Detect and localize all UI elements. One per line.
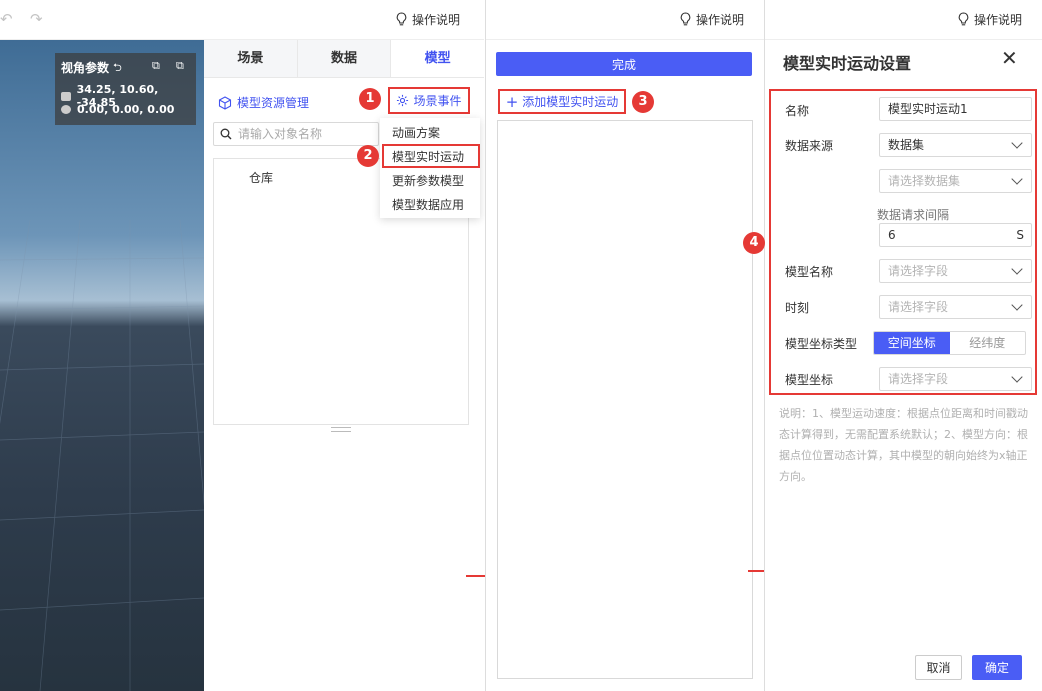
top-toolbar: 操作说明 xyxy=(765,0,1042,40)
cube-icon xyxy=(218,95,232,110)
lightbulb-icon xyxy=(396,12,407,26)
description-note: 说明：1、模型运动速度：根据点位距离和时间戳动态计算得到，无需配置系统默认；2、… xyxy=(779,407,1028,483)
confirm-button[interactable]: 确定 xyxy=(972,655,1022,680)
sidebar-tabs: 场景 数据 模型 xyxy=(204,40,485,78)
add-realtime-motion-label: 添加模型实时运动 xyxy=(522,95,619,109)
scene-event-dropdown: 动画方案 模型实时运动 更新参数模型 模型数据应用 xyxy=(380,118,480,218)
gear-icon xyxy=(397,94,409,107)
chevron-down-icon xyxy=(1011,299,1023,311)
realtime-motion-settings-panel: 操作说明 模型实时运动设置 ✕ 名称 模型实时运动1 数据来源 数据集 请选择数… xyxy=(743,0,1042,691)
tab-data[interactable]: 数据 xyxy=(297,40,392,77)
top-toolbar: ↶ ↷ 操作说明 xyxy=(0,0,484,40)
help-label: 操作说明 xyxy=(412,13,461,27)
request-interval-value: 6 xyxy=(888,228,896,242)
data-source-label: 数据来源 xyxy=(785,139,834,153)
copy-icon[interactable]: ⧉ xyxy=(152,59,160,73)
tree-node-warehouse[interactable]: 仓库 xyxy=(249,169,273,186)
step-badge-1: 1 xyxy=(359,88,381,110)
coord-label: 模型坐标 xyxy=(785,373,834,387)
step-badge-3: 3 xyxy=(632,91,654,113)
motion-list-panel: 操作说明 完成 + 添加模型实时运动 3 xyxy=(485,0,765,691)
resize-handle[interactable] xyxy=(331,427,351,432)
dataset-select[interactable]: 请选择数据集 xyxy=(879,169,1032,193)
data-source-select[interactable]: 数据集 xyxy=(879,133,1032,157)
done-button[interactable]: 完成 xyxy=(496,52,752,76)
name-label: 名称 xyxy=(785,104,810,118)
reset-view-icon[interactable]: ⮌ xyxy=(113,59,122,78)
model-name-label: 模型名称 xyxy=(785,265,834,279)
chevron-down-icon xyxy=(1011,173,1023,185)
menu-item-animation-plan[interactable]: 动画方案 xyxy=(392,124,440,141)
close-icon[interactable]: ✕ xyxy=(1001,46,1018,70)
search-icon xyxy=(220,128,232,140)
lightbulb-icon xyxy=(958,12,969,26)
request-interval-label: 数据请求间隔 xyxy=(877,208,950,222)
coord-placeholder: 请选择字段 xyxy=(888,372,949,386)
data-source-value: 数据集 xyxy=(888,138,925,152)
coord-select[interactable]: 请选择字段 xyxy=(879,367,1032,391)
motion-list xyxy=(497,120,753,679)
coord-type-latlng[interactable]: 经纬度 xyxy=(950,332,1026,354)
undo-icon[interactable]: ↶ xyxy=(0,10,13,28)
step-badge-4: 4 xyxy=(743,232,765,254)
help-link[interactable]: 操作说明 xyxy=(395,11,460,28)
redo-icon[interactable]: ↷ xyxy=(30,10,43,28)
add-realtime-motion-button[interactable]: + 添加模型实时运动 xyxy=(498,89,626,114)
coord-type-label: 模型坐标类型 xyxy=(785,337,858,351)
coord-type-toggle: 空间坐标 经纬度 xyxy=(873,331,1026,355)
menu-item-update-param-model[interactable]: 更新参数模型 xyxy=(392,172,464,189)
view-params-title: 视角参数 xyxy=(61,61,110,75)
cancel-button[interactable]: 取消 xyxy=(915,655,962,680)
help-link[interactable]: 操作说明 xyxy=(957,11,1022,28)
model-resource-manager-label: 模型资源管理 xyxy=(237,96,310,110)
time-placeholder: 请选择字段 xyxy=(888,300,949,314)
paste-icon[interactable]: ⧉ xyxy=(176,59,184,73)
tab-model[interactable]: 模型 xyxy=(391,40,485,77)
scene-editor-panel: ↶ ↷ 操作说明 视角参数 ⮌ ⧉ ⧉ 34.25, 10.60, -34.85 xyxy=(0,0,485,691)
lightbulb-icon xyxy=(680,12,691,26)
target-icon xyxy=(61,105,71,114)
search-input[interactable] xyxy=(238,127,368,141)
scene-event-button[interactable]: 场景事件 xyxy=(388,87,470,114)
time-select[interactable]: 请选择字段 xyxy=(879,295,1032,319)
object-search[interactable] xyxy=(213,122,379,146)
chevron-down-icon xyxy=(1011,263,1023,275)
scene-event-label: 场景事件 xyxy=(413,94,462,108)
3d-scene-viewport[interactable]: 视角参数 ⮌ ⧉ ⧉ 34.25, 10.60, -34.85 0.00, 0.… xyxy=(0,40,204,691)
dialog-title: 模型实时运动设置 xyxy=(783,54,912,73)
request-interval-input[interactable]: 6 S xyxy=(879,223,1032,247)
tab-scene[interactable]: 场景 xyxy=(204,40,298,77)
dataset-placeholder: 请选择数据集 xyxy=(888,174,961,188)
name-input[interactable]: 模型实时运动1 xyxy=(879,97,1032,121)
help-label: 操作说明 xyxy=(696,13,745,27)
model-name-placeholder: 请选择字段 xyxy=(888,264,949,278)
menu-item-highlight xyxy=(382,144,480,168)
model-resource-manager-link[interactable]: 模型资源管理 xyxy=(218,94,309,111)
camera-icon xyxy=(61,91,71,101)
help-label: 操作说明 xyxy=(974,13,1023,27)
view-params-box: 视角参数 ⮌ ⧉ ⧉ 34.25, 10.60, -34.85 0.00, 0.… xyxy=(55,53,196,125)
chevron-down-icon xyxy=(1011,371,1023,383)
coord-type-spatial[interactable]: 空间坐标 xyxy=(874,332,950,354)
target-position-row: 0.00, 0.00, 0.00 xyxy=(61,103,174,116)
interval-unit: S xyxy=(1016,228,1024,242)
help-link[interactable]: 操作说明 xyxy=(679,11,744,28)
step-badge-2: 2 xyxy=(357,145,379,167)
top-toolbar: 操作说明 xyxy=(486,0,765,40)
plus-icon: + xyxy=(505,92,519,111)
target-position-value: 0.00, 0.00, 0.00 xyxy=(77,103,175,116)
menu-item-model-data-apply[interactable]: 模型数据应用 xyxy=(392,196,464,213)
time-label: 时刻 xyxy=(785,301,810,315)
ground-grid xyxy=(0,220,204,691)
model-name-select[interactable]: 请选择字段 xyxy=(879,259,1032,283)
chevron-down-icon xyxy=(1011,137,1023,149)
